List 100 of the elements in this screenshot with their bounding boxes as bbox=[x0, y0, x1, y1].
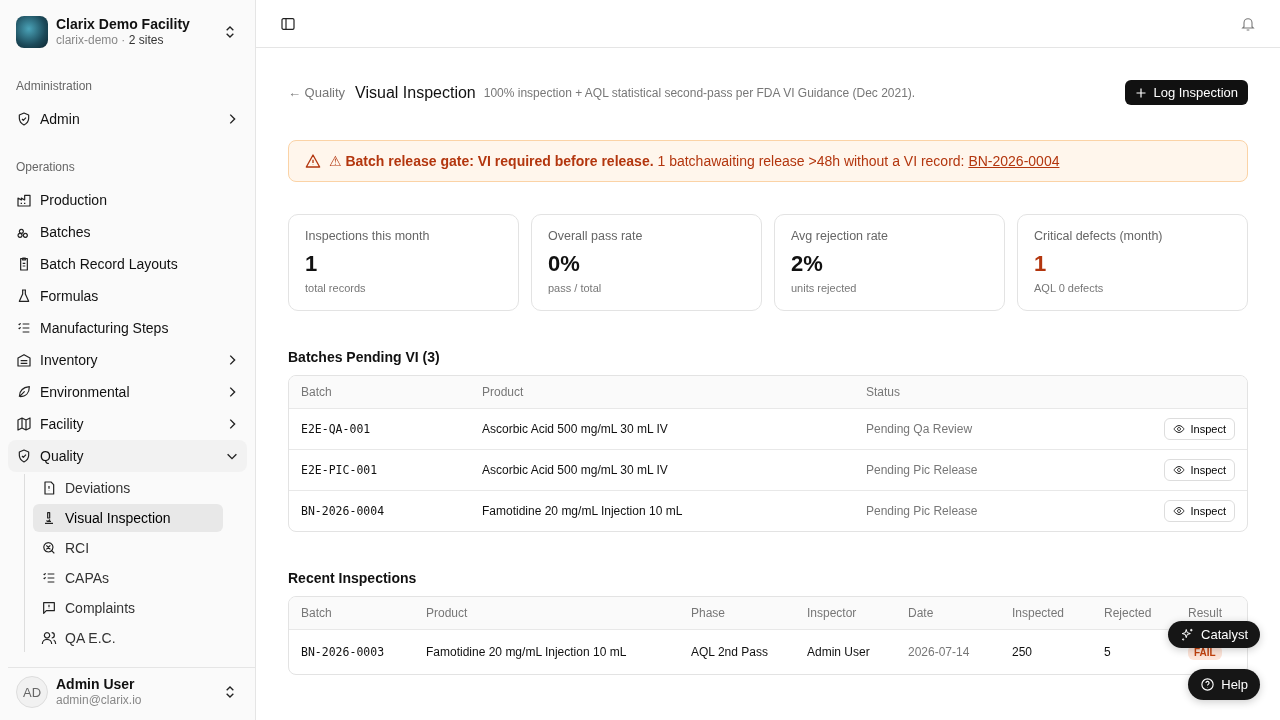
sidebar-item[interactable]: Formulas bbox=[8, 280, 247, 312]
column-header: Date bbox=[908, 606, 935, 620]
sidebar-subitem[interactable]: Deviations bbox=[33, 474, 223, 502]
stat-value: 2% bbox=[791, 251, 824, 277]
sidebar-subitem[interactable]: Complaints bbox=[33, 594, 223, 622]
table-cell-text: Admin User bbox=[807, 645, 871, 659]
sidebar-item[interactable]: Manufacturing Steps bbox=[8, 312, 247, 344]
nav-icon bbox=[16, 288, 32, 304]
user-email: admin@clarix.io bbox=[56, 693, 143, 708]
table-cell-text: E2E-PIC-001 bbox=[301, 463, 379, 477]
table-cell-text: Pending Pic Release bbox=[866, 504, 979, 518]
table-cell-text: Famotidine 20 mg/mL Injection 10 mL bbox=[482, 504, 684, 518]
stat-value: 1 bbox=[305, 251, 319, 277]
org-name: Clarix Demo Facility bbox=[56, 16, 191, 34]
column-header: Rejected bbox=[1104, 606, 1153, 620]
nav-icon bbox=[41, 600, 57, 616]
sidebar-item[interactable]: Environmental bbox=[8, 376, 247, 408]
eye-icon bbox=[1172, 505, 1185, 517]
switcher-chevrons-icon[interactable] bbox=[225, 25, 235, 39]
nav-icon bbox=[16, 416, 32, 432]
sparkles-icon bbox=[1180, 627, 1196, 642]
sidebar-item[interactable]: Admin bbox=[8, 103, 247, 135]
notifications-bell-icon[interactable] bbox=[1240, 15, 1256, 32]
column-header: Result bbox=[1188, 606, 1223, 620]
table-cell-text: Ascorbic Acid 500 mg/mL 30 mL IV bbox=[482, 422, 669, 436]
sidebar-item[interactable]: Production bbox=[8, 184, 247, 216]
org-logo-icon bbox=[16, 16, 48, 48]
plus-icon bbox=[1135, 86, 1148, 99]
nav-icon bbox=[16, 352, 32, 368]
inspect-button[interactable]: Inspect bbox=[1163, 500, 1235, 522]
column-header: Product bbox=[482, 385, 525, 399]
nav-icon bbox=[41, 480, 57, 496]
table-cell-text: AQL 2nd Pass bbox=[691, 645, 769, 659]
eye-icon bbox=[1172, 423, 1185, 435]
sidebar-toggle-icon[interactable] bbox=[280, 15, 296, 32]
user-name: Admin User bbox=[56, 676, 136, 694]
table-cell-text: Ascorbic Acid 500 mg/mL 30 mL IV bbox=[482, 463, 669, 477]
warning-icon bbox=[305, 153, 321, 169]
stat-label: Overall pass rate bbox=[548, 229, 644, 243]
column-header: Product bbox=[426, 606, 469, 620]
nav-icon bbox=[16, 111, 32, 127]
site-count: 2 sites bbox=[128, 33, 164, 48]
table-cell-text: Pending Pic Release bbox=[866, 463, 979, 477]
alert-message: ⚠ Batch release gate: VI required before release. 1 batchawaiting release >48h without a VI record: BN-2026-0004 bbox=[329, 153, 1060, 169]
back-link[interactable]: ← Quality bbox=[288, 85, 346, 100]
column-header: Batch bbox=[301, 606, 333, 620]
table-cell-text: 250 bbox=[1012, 645, 1034, 659]
sidebar-item[interactable]: Quality bbox=[8, 440, 247, 472]
stat-note: AQL 0 defects bbox=[1034, 282, 1105, 294]
stat-note: total records bbox=[305, 282, 367, 294]
table-cell-text: Famotidine 20 mg/mL Injection 10 mL bbox=[426, 645, 628, 659]
batch-link[interactable]: BN-2026-0004 bbox=[968, 153, 1060, 169]
section-heading: Administration bbox=[15, 78, 94, 95]
user-avatar: AD bbox=[16, 676, 48, 708]
stat-note: units rejected bbox=[791, 282, 858, 294]
nav-icon bbox=[16, 448, 32, 464]
column-header: Phase bbox=[691, 606, 727, 620]
table-cell-text: BN-2026-0004 bbox=[301, 504, 386, 518]
inspect-button[interactable]: Inspect bbox=[1163, 459, 1235, 481]
nav-icon bbox=[16, 192, 32, 208]
user-menu-chevrons-icon[interactable] bbox=[225, 685, 235, 699]
eye-icon bbox=[1172, 464, 1185, 476]
sidebar-item[interactable]: Inventory bbox=[8, 344, 247, 376]
org-slug: clarix-demo bbox=[56, 33, 118, 48]
nav-icon bbox=[41, 630, 57, 646]
stat-note: pass / total bbox=[548, 282, 603, 294]
table-cell-text: BN-2026-0003 bbox=[301, 645, 386, 659]
inspect-button[interactable]: Inspect bbox=[1163, 418, 1235, 440]
sidebar-subitem[interactable]: CAPAs bbox=[33, 564, 223, 592]
column-header: Status bbox=[866, 385, 902, 399]
sidebar-item[interactable]: Batch Record Layouts bbox=[8, 248, 247, 280]
nav-icon bbox=[16, 320, 32, 336]
sidebar-subitem[interactable]: QA E.C. bbox=[33, 624, 223, 652]
stat-label: Avg rejection rate bbox=[791, 229, 890, 243]
column-header: Inspector bbox=[807, 606, 858, 620]
table-cell-text: 5 bbox=[1104, 645, 1112, 659]
page-subtitle: 100% inspection + AQL statistical second-pass per FDA VI Guidance (Dec 2021). bbox=[483, 85, 917, 100]
column-header: Batch bbox=[301, 385, 333, 399]
catalyst-button[interactable]: Catalyst bbox=[1168, 621, 1260, 648]
table-cell-text: E2E-QA-001 bbox=[301, 422, 372, 436]
stat-value: 1 bbox=[1034, 251, 1048, 277]
stat-label: Inspections this month bbox=[305, 229, 431, 243]
section-title: Recent Inspections bbox=[288, 570, 418, 586]
sidebar-subitem[interactable]: Visual Inspection bbox=[33, 504, 223, 532]
section-title: Batches Pending VI (3) bbox=[288, 349, 441, 365]
sidebar-item[interactable]: Batches bbox=[8, 216, 247, 248]
help-icon bbox=[1200, 677, 1216, 692]
help-button[interactable]: Help bbox=[1188, 669, 1260, 700]
sidebar-item[interactable]: Facility bbox=[8, 408, 247, 440]
column-header: Inspected bbox=[1012, 606, 1066, 620]
sidebar-subitem[interactable]: RCI bbox=[33, 534, 223, 562]
section-heading: Operations bbox=[15, 159, 76, 176]
table-cell-text: 2026-07-14 bbox=[908, 645, 971, 659]
stat-value: 0% bbox=[548, 251, 581, 277]
page-title: Visual Inspection bbox=[355, 83, 476, 102]
nav-icon bbox=[41, 540, 57, 556]
table-cell-text: Pending Qa Review bbox=[866, 422, 974, 436]
log-inspection-button[interactable]: Log Inspection bbox=[1125, 80, 1248, 105]
separator-dot: · bbox=[121, 33, 126, 48]
nav-icon bbox=[16, 384, 32, 400]
